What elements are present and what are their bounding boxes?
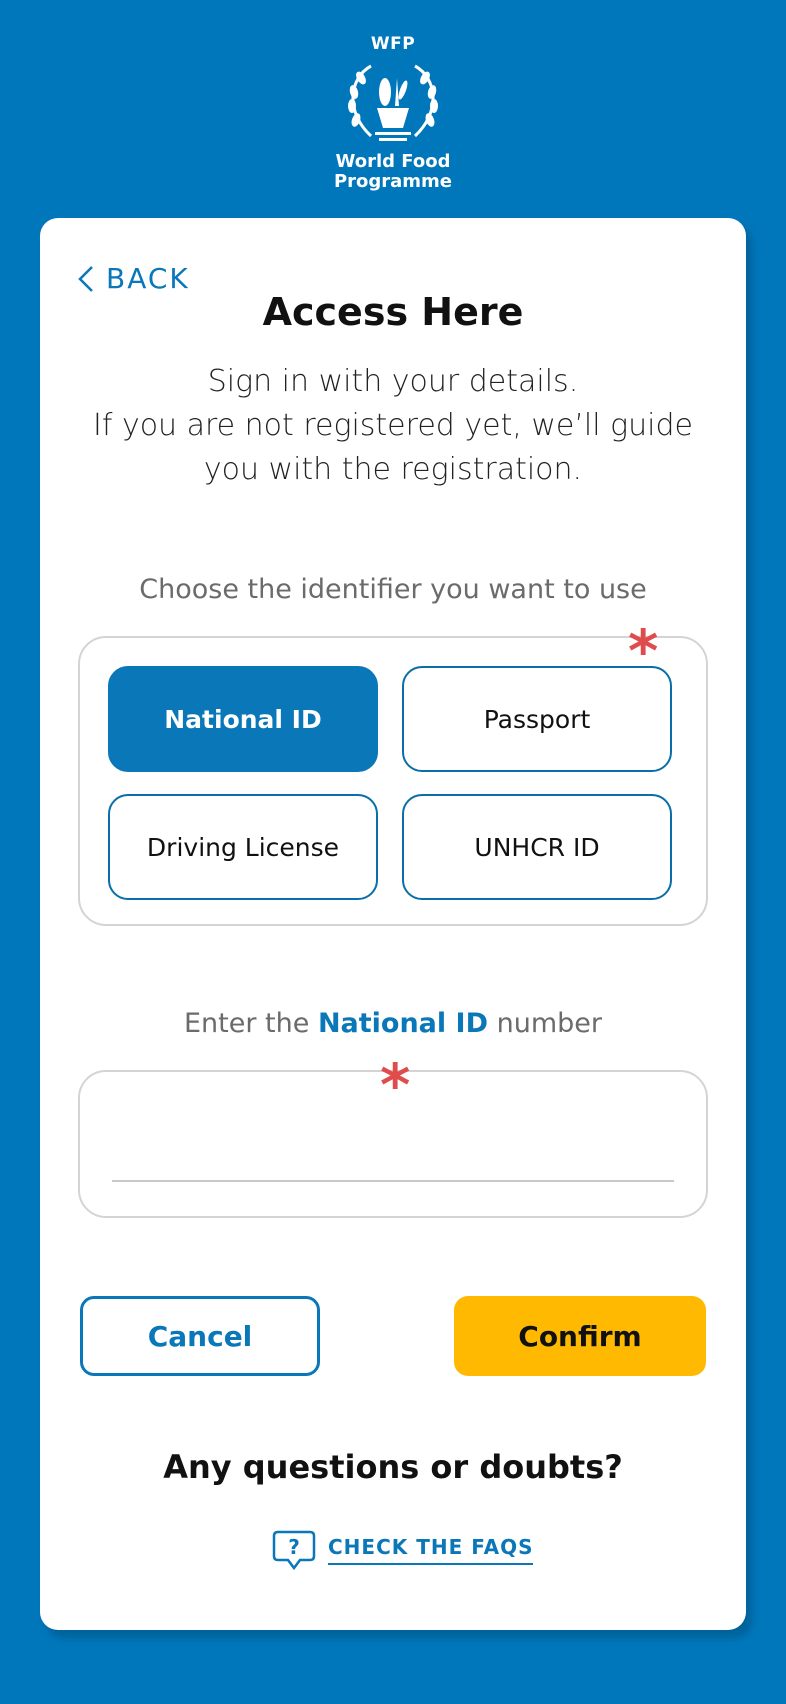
option-national-id[interactable]: National ID xyxy=(108,666,378,772)
subtitle-line: Sign in with your details. xyxy=(207,364,579,399)
page-title: Access Here xyxy=(262,290,524,334)
label-highlight: National ID xyxy=(317,1008,489,1039)
label-suffix: number xyxy=(496,1008,603,1039)
identifier-prompt: Choose the identifier you want to use xyxy=(139,574,647,605)
chevron-left-icon xyxy=(78,265,93,292)
subtitle-line: If you are not registered yet, we’ll gui… xyxy=(93,408,693,443)
option-driving-license[interactable]: Driving License xyxy=(108,794,378,900)
logo-abbreviation: WFP xyxy=(370,34,416,54)
subtitle-line: you with the registration. xyxy=(203,452,583,487)
faq-link[interactable]: ? CHECK THE FAQS xyxy=(272,1528,534,1572)
id-number-field-container: * xyxy=(78,1056,708,1218)
id-number-label: Enter the National ID number xyxy=(40,1008,746,1039)
option-unhcr-id[interactable]: UNHCR ID xyxy=(402,794,672,900)
option-passport[interactable]: Passport xyxy=(402,666,672,772)
help-heading: Any questions or doubts? xyxy=(163,1448,623,1486)
access-card: BACK Access Here Sign in with your detai… xyxy=(40,218,746,1630)
question-bubble-icon: ? xyxy=(272,1530,316,1571)
label-prefix: Enter the xyxy=(183,1008,310,1039)
wfp-emblem-icon xyxy=(348,64,438,141)
faq-link-label: CHECK THE FAQS xyxy=(328,1535,534,1565)
cancel-button[interactable]: Cancel xyxy=(80,1296,320,1376)
confirm-button[interactable]: Confirm xyxy=(454,1296,706,1376)
id-number-input[interactable] xyxy=(112,1102,674,1182)
identifier-options: * National ID Passport Driving License U… xyxy=(78,622,708,926)
logo-org-name: World Food Programme xyxy=(334,152,452,192)
svg-text:?: ? xyxy=(288,1535,300,1559)
wfp-logo: WFP World Food Programme xyxy=(0,34,786,192)
logo-org-line2: Programme xyxy=(333,171,453,192)
page-subtitle: Sign in with your details. If you are no… xyxy=(80,360,706,492)
logo-org-line1: World Food xyxy=(335,151,451,172)
